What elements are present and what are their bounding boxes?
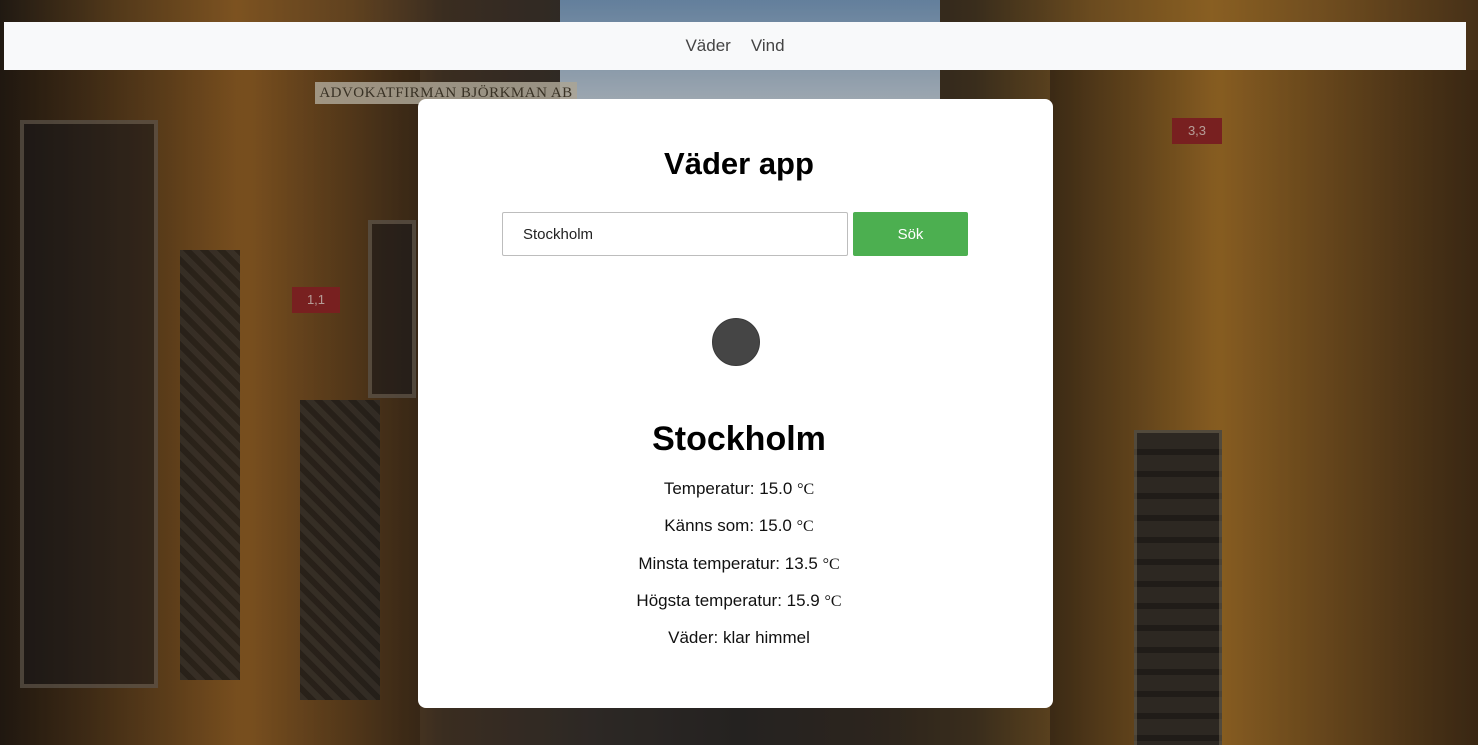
temperature-value: 15.0 <box>759 479 793 498</box>
weather-card <box>418 99 1053 708</box>
max-temperature-label: Högsta temperatur: <box>636 591 782 610</box>
min-temperature-label: Minsta temperatur: <box>638 554 781 573</box>
feels-like-row: Känns som: 15.0 °C <box>0 516 1478 536</box>
search-button[interactable]: Sök <box>853 212 968 256</box>
max-temperature-row: Högsta temperatur: 15.9 °C <box>0 591 1478 611</box>
weather-description-value: klar himmel <box>722 628 810 647</box>
min-temperature-row: Minsta temperatur: 13.5 °C <box>0 554 1478 574</box>
feels-like-label: Känns som: <box>664 516 755 535</box>
temperature-row: Temperatur: 15.0 °C <box>0 479 1478 499</box>
min-temperature-unit: °C <box>822 556 840 573</box>
city-name: Stockholm <box>652 420 826 458</box>
feels-like-unit: °C <box>796 518 814 535</box>
temperature-unit: °C <box>797 481 815 498</box>
max-temperature-value: 15.9 <box>786 591 820 610</box>
feels-like-value: 15.0 <box>758 516 792 535</box>
top-navbar: Väder Vind <box>4 22 1466 70</box>
nav-link-vind[interactable]: Vind <box>751 36 785 56</box>
app-title: Väder app <box>664 146 814 181</box>
max-temperature-unit: °C <box>824 593 842 610</box>
temperature-label: Temperatur: <box>663 479 755 498</box>
city-search-input[interactable] <box>502 212 848 256</box>
weather-description-label: Väder: <box>668 628 719 647</box>
weather-description-row: Väder: klar himmel <box>0 628 1478 648</box>
weather-icon <box>712 318 760 366</box>
nav-link-vader[interactable]: Väder <box>685 36 730 56</box>
min-temperature-value: 13.5 <box>784 554 818 573</box>
